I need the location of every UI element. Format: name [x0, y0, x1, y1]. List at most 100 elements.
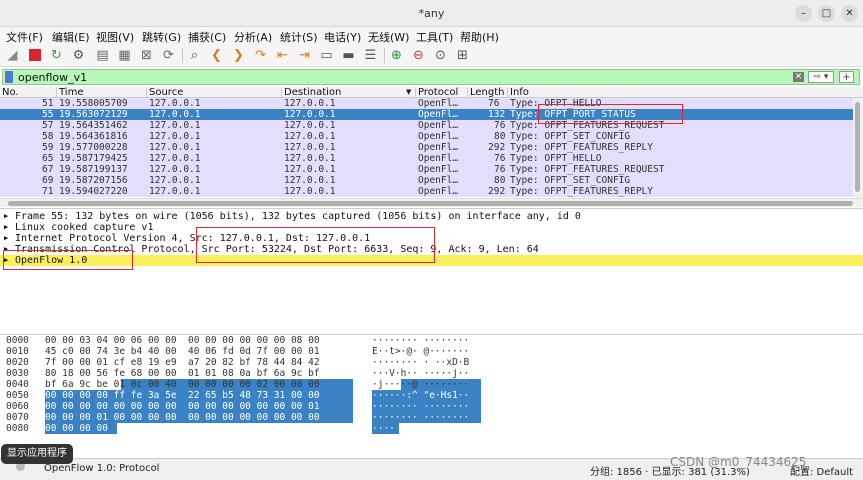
packet-row[interactable]: 51 19.558005709 127.0.0.1 127.0.0.1 OpenFl… 7…: [0, 98, 853, 109]
hex-row[interactable]: 0080 00 00 00 00 ····: [0, 423, 863, 434]
minimize-icon[interactable]: –: [795, 5, 812, 22]
packet-row[interactable]: 65 19.587179425 127.0.0.1 127.0.0.1 OpenFl… 7…: [0, 153, 853, 164]
toolbar-separator: [182, 48, 183, 63]
hex-ascii: E··t>·@· @·······: [372, 346, 470, 357]
hex-row[interactable]: 0040 bf 6a 9c be 01 0c 00 40 00 00 00 00 …: [0, 379, 863, 390]
close-file-icon[interactable]: ⊠: [138, 47, 155, 64]
hex-ascii: ········ ········: [372, 401, 470, 412]
zoom-out-icon[interactable]: ⊖: [410, 47, 427, 64]
menu-telephony[interactable]: 电话(Y): [324, 29, 361, 45]
packet-info: Type: OFPT_FEATURES_REQUEST: [510, 164, 665, 175]
autoscroll-icon[interactable]: ▭: [318, 47, 335, 64]
hex-row[interactable]: 0050 00 00 00 00 ff fe 3a 5e 22 65 b5 48 …: [0, 390, 863, 401]
column-source[interactable]: Source: [147, 87, 282, 98]
menu-statistics[interactable]: 统计(S): [280, 29, 318, 45]
packet-list-hscroll[interactable]: [0, 198, 863, 207]
display-filter-input[interactable]: openflow_v1: [18, 70, 87, 85]
packet-row[interactable]: 59 19.577000228 127.0.0.1 127.0.0.1 OpenFl… 2…: [0, 142, 853, 153]
packet-row[interactable]: 58 19.564361816 127.0.0.1 127.0.0.1 OpenFl… 8…: [0, 131, 853, 142]
save-file-icon[interactable]: ▦: [116, 47, 133, 64]
hex-row[interactable]: 0010 45 c0 00 74 3e b4 40 00 40 06 fd 0d …: [0, 346, 863, 357]
packet-no: 57: [42, 120, 54, 131]
colorize-icon[interactable]: ▬: [340, 47, 357, 64]
menu-analyze[interactable]: 分析(A): [234, 29, 272, 45]
go-back-icon[interactable]: ❮: [208, 47, 225, 64]
menu-help[interactable]: 帮助(H): [460, 29, 499, 45]
capture-options-icon[interactable]: ⚙: [70, 47, 87, 64]
hex-row[interactable]: 0020 7f 00 00 01 cf e8 19 e9 a7 20 82 bf …: [0, 357, 863, 368]
hex-row[interactable]: 0070 00 00 00 01 00 00 00 00 00 00 00 00 …: [0, 412, 863, 423]
expand-arrow-icon[interactable]: ▶: [4, 233, 8, 244]
normal-size-icon[interactable]: ⊙: [432, 47, 449, 64]
packet-protocol: OpenFl…: [418, 109, 459, 120]
window-title: *any: [418, 7, 445, 20]
hex-offset: 0040: [6, 379, 29, 390]
packet-no: 55: [42, 109, 54, 120]
column-destination[interactable]: Destination: [282, 87, 416, 98]
column-length[interactable]: Length: [468, 87, 508, 98]
apply-filter-button[interactable]: ⇨ ▾: [808, 71, 834, 83]
hex-bytes: 00 00 00 00 ff fe 3a 5e 22 65 b5 48 73 3…: [45, 390, 320, 401]
hex-bytes: 00 00 00 00 00 00 00 00 00 00 00 00 00 0…: [45, 401, 320, 412]
packet-time: 19.563072129: [59, 109, 128, 120]
clear-filter-icon[interactable]: ✕: [793, 72, 804, 82]
zoom-in-icon[interactable]: ⊕: [388, 47, 405, 64]
menu-tools[interactable]: 工具(T): [416, 29, 453, 45]
packet-row[interactable]: 71 19.594027220 127.0.0.1 127.0.0.1 OpenFl… 2…: [0, 186, 853, 197]
display-filter-bar[interactable]: openflow_v1 ✕ ⇨ ▾ +: [2, 69, 860, 85]
packet-list-vscroll[interactable]: [853, 98, 863, 198]
packet-row[interactable]: 67 19.587199137 127.0.0.1 127.0.0.1 OpenFl… 7…: [0, 164, 853, 175]
packet-row[interactable]: 69 19.587207156 127.0.0.1 127.0.0.1 OpenFl… 8…: [0, 175, 853, 186]
menu-capture[interactable]: 捕获(C): [188, 29, 226, 45]
last-packet-icon[interactable]: ⇥: [296, 47, 313, 64]
packet-destination: 127.0.0.1: [284, 142, 336, 153]
scroll-thumb[interactable]: [8, 201, 853, 206]
hex-row[interactable]: 0030 80 18 00 56 fe 68 00 00 01 01 08 0a …: [0, 368, 863, 379]
hex-row[interactable]: 0000 00 00 03 04 00 06 00 00 00 00 00 00 …: [0, 335, 863, 346]
hex-row[interactable]: 0060 00 00 00 00 00 00 00 00 00 00 00 00 …: [0, 401, 863, 412]
column-protocol[interactable]: Protocol: [416, 87, 468, 98]
menu-view[interactable]: 视图(V): [96, 29, 134, 45]
menu-wireless[interactable]: 无线(W): [368, 29, 409, 45]
watermark: CSDN @m0_74434625: [670, 455, 807, 469]
packet-destination: 127.0.0.1: [284, 153, 336, 164]
go-forward-icon[interactable]: ❯: [230, 47, 247, 64]
packet-list-header: No. Time Source Destination Protocol Len…: [0, 87, 863, 98]
menu-go[interactable]: 跳转(G): [142, 29, 181, 45]
packet-destination: 127.0.0.1: [284, 98, 336, 109]
column-info[interactable]: Info: [508, 87, 863, 98]
shark-fin-icon[interactable]: ◢: [4, 47, 21, 64]
restart-capture-icon[interactable]: ↻: [48, 47, 65, 64]
resize-columns-icon[interactable]: ⊞: [454, 47, 471, 64]
maximize-icon[interactable]: □: [818, 5, 835, 22]
column-time[interactable]: Time: [57, 87, 147, 98]
expand-arrow-icon[interactable]: ▶: [4, 222, 8, 233]
hex-ascii: ········ ········: [372, 335, 470, 346]
close-icon[interactable]: ✕: [841, 5, 858, 22]
column-no[interactable]: No.: [0, 87, 57, 98]
hex-offset: 0070: [6, 412, 29, 423]
menu-edit[interactable]: 编辑(E): [52, 29, 90, 45]
packet-source: 127.0.0.1: [149, 175, 201, 186]
packet-protocol: OpenFl…: [418, 175, 459, 186]
menu-file[interactable]: 文件(F): [6, 29, 43, 45]
packet-info: Type: OFPT_FEATURES_REPLY: [510, 186, 653, 197]
open-file-icon[interactable]: ▤: [94, 47, 111, 64]
hex-ascii: ········ · ··xD·B: [372, 357, 470, 368]
packet-row-selected[interactable]: 55 19.563072129 127.0.0.1 127.0.0.1 OpenFl… 1…: [0, 109, 853, 120]
hex-offset: 0080: [6, 423, 29, 434]
first-packet-icon[interactable]: ⇤: [274, 47, 291, 64]
colorize-list-icon[interactable]: ☰: [362, 47, 379, 64]
packet-time: 19.558005709: [59, 98, 128, 109]
scroll-thumb[interactable]: [855, 102, 860, 192]
reload-file-icon[interactable]: ⟳: [160, 47, 177, 64]
packet-no: 71: [42, 186, 54, 197]
find-packet-icon[interactable]: ⌕: [186, 47, 203, 64]
expand-arrow-icon[interactable]: ▶: [4, 211, 8, 222]
bookmark-icon[interactable]: [5, 71, 13, 83]
add-filter-button[interactable]: +: [839, 71, 854, 83]
detail-frame[interactable]: ▶ Frame 55: 132 bytes on wire (1056 bits)…: [0, 211, 863, 222]
go-to-packet-icon[interactable]: ↷: [252, 47, 269, 64]
stop-capture-icon[interactable]: [26, 47, 43, 64]
packet-row[interactable]: 57 19.564351462 127.0.0.1 127.0.0.1 OpenFl… 7…: [0, 120, 853, 131]
